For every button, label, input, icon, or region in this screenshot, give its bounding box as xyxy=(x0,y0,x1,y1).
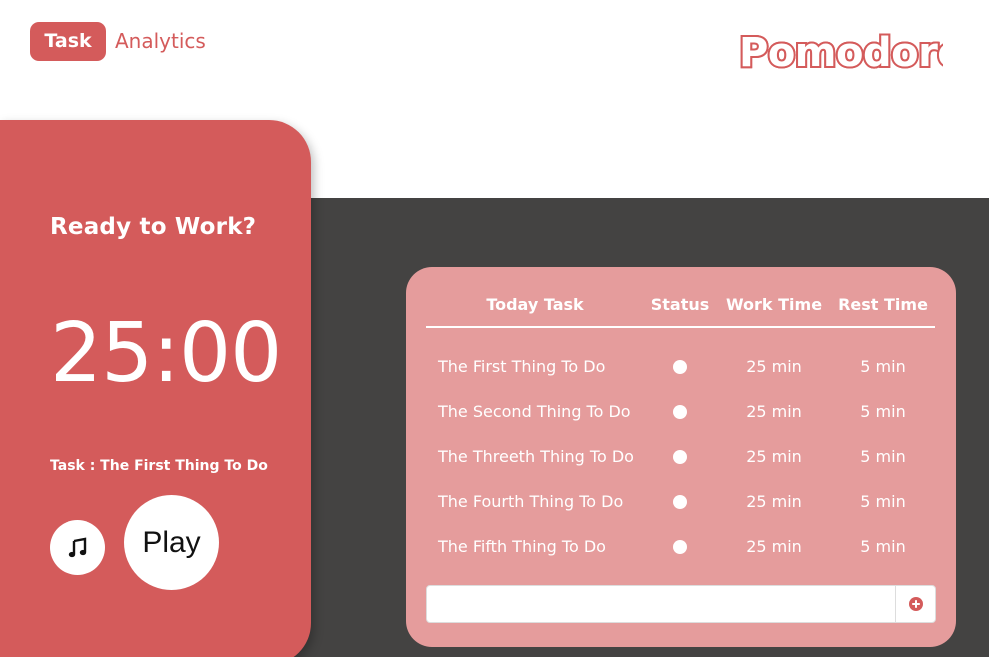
header-work-time: Work Time xyxy=(725,295,823,314)
task-name: The First Thing To Do xyxy=(438,357,606,376)
task-name: The Threeth Thing To Do xyxy=(438,447,634,466)
table-row[interactable]: The Fourth Thing To Do 25 min 5 min xyxy=(406,487,956,517)
logo-text: Pomodoro xyxy=(739,30,943,76)
table-row[interactable]: The First Thing To Do 25 min 5 min xyxy=(406,352,956,382)
header-divider xyxy=(426,326,935,328)
pomodoro-logo: Pomodoro xyxy=(737,26,943,78)
add-task-button[interactable] xyxy=(895,585,936,623)
work-time: 25 min xyxy=(746,402,802,421)
play-button[interactable]: Play xyxy=(124,495,219,590)
rest-time: 5 min xyxy=(860,402,906,421)
plus-circle-icon xyxy=(908,597,923,611)
music-button[interactable] xyxy=(50,520,105,575)
table-row[interactable]: The Second Thing To Do 25 min 5 min xyxy=(406,397,956,427)
pomodoro-app: Task Analytics Pomodoro Ready to Work? 2… xyxy=(0,0,989,657)
status-dot[interactable] xyxy=(673,540,687,554)
music-note-icon xyxy=(68,537,86,557)
countdown-timer: 25:00 xyxy=(50,306,282,401)
task-name: The Second Thing To Do xyxy=(438,402,631,421)
task-table-card: Today Task Status Work Time Rest Time Th… xyxy=(406,267,956,647)
header-rest-time: Rest Time xyxy=(838,295,928,314)
work-time: 25 min xyxy=(746,537,802,556)
work-time: 25 min xyxy=(746,447,802,466)
tab-task[interactable]: Task xyxy=(30,22,106,61)
work-time: 25 min xyxy=(746,357,802,376)
status-dot[interactable] xyxy=(673,495,687,509)
current-task-label: Task : The First Thing To Do xyxy=(50,458,268,474)
status-dot[interactable] xyxy=(673,405,687,419)
new-task-input[interactable] xyxy=(426,585,896,623)
rest-time: 5 min xyxy=(860,357,906,376)
pomodoro-logo-graphic: Pomodoro xyxy=(737,28,943,78)
rest-time: 5 min xyxy=(860,447,906,466)
tab-analytics[interactable]: Analytics xyxy=(115,22,206,61)
status-dot[interactable] xyxy=(673,450,687,464)
table-row[interactable]: The Threeth Thing To Do 25 min 5 min xyxy=(406,442,956,472)
timer-panel: Ready to Work? 25:00 Task : The First Th… xyxy=(0,120,311,657)
table-row[interactable]: The Fifth Thing To Do 25 min 5 min xyxy=(406,532,956,562)
task-name: The Fifth Thing To Do xyxy=(438,537,606,556)
rest-time: 5 min xyxy=(860,492,906,511)
rest-time: 5 min xyxy=(860,537,906,556)
work-time: 25 min xyxy=(746,492,802,511)
header-today-task: Today Task xyxy=(486,295,584,314)
header-status: Status xyxy=(650,295,710,314)
status-dot[interactable] xyxy=(673,360,687,374)
task-name: The Fourth Thing To Do xyxy=(438,492,624,511)
panel-title: Ready to Work? xyxy=(50,214,257,240)
